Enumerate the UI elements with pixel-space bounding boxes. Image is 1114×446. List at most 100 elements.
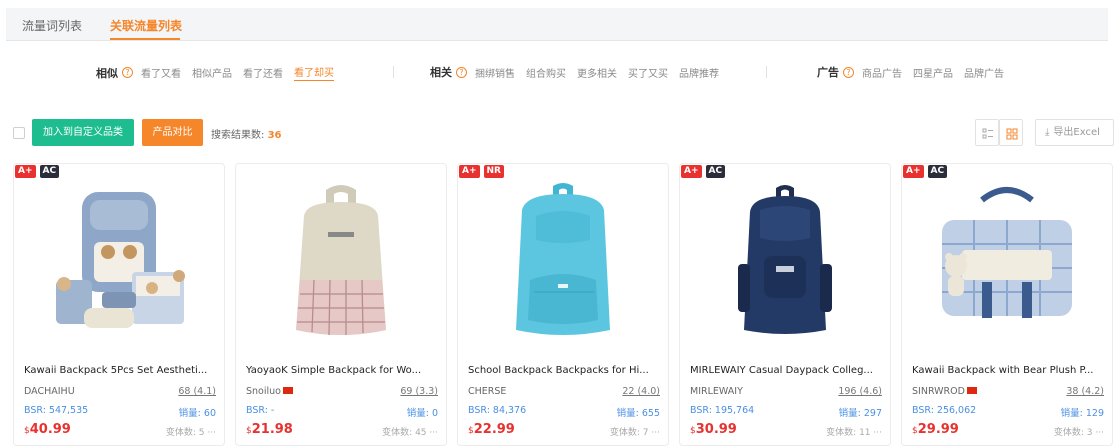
variant-count[interactable]: 变体数: 7 ··· — [610, 425, 660, 438]
badge-aplus: A+ — [15, 165, 36, 178]
brand-label: Snoiluo — [246, 386, 281, 397]
brand-row: CHERSE 22 (4.0) — [468, 386, 660, 400]
brand-name[interactable]: Snoiluo — [246, 386, 293, 397]
product-card[interactable]: YaoyaoK Simple Backpack for Wo... Snoilu… — [235, 163, 447, 446]
sales-value: 60 — [203, 408, 216, 419]
divider — [393, 66, 394, 78]
brand-name[interactable]: MIRLEWAIY — [690, 386, 743, 397]
brand-name[interactable]: SINRWROD — [912, 386, 977, 397]
bsr-row: BSR: 195,764 销量: 297 — [690, 405, 882, 419]
product-image[interactable] — [478, 180, 648, 350]
bsr-row: BSR: - 销量: 0 — [246, 405, 438, 419]
filter-item[interactable]: 买了又买 — [628, 65, 668, 80]
price-value: 30.99 — [695, 422, 737, 437]
product-card[interactable]: A+ AC Kawaii Backpack with Bear Plush P.… — [901, 163, 1113, 446]
brand-row: DACHAIHU 68 (4.1) — [24, 386, 216, 400]
brand-row: MIRLEWAIY 196 (4.6) — [690, 386, 882, 400]
filter-item[interactable]: 相似产品 — [192, 65, 232, 80]
product-title[interactable]: School Backpack Backpacks for Hi... — [468, 365, 663, 376]
filter-group-label: 相似 — [96, 66, 118, 80]
variant-count-label: 变体数: 5 — [165, 428, 205, 438]
review-count[interactable]: 38 (4.2) — [1066, 386, 1104, 397]
variant-count[interactable]: 变体数: 11 ··· — [826, 425, 882, 438]
product-image[interactable] — [922, 180, 1092, 350]
brand-name[interactable]: CHERSE — [468, 386, 506, 397]
more-icon: ··· — [429, 428, 438, 438]
filter-item[interactable]: 四星产品 — [913, 65, 953, 80]
compare-products-button[interactable]: 产品对比 — [142, 119, 203, 146]
sales-label: 销量: — [838, 408, 861, 419]
export-label: 导出Excel — [1053, 127, 1100, 138]
filter-item[interactable]: 看了又看 — [141, 65, 181, 80]
more-icon: ··· — [651, 428, 660, 438]
price-value: 21.98 — [251, 422, 293, 437]
price: $21.98 — [246, 422, 293, 437]
filter-item[interactable]: 捆绑销售 — [475, 65, 515, 80]
china-flag-icon — [282, 387, 293, 394]
variant-count[interactable]: 变体数: 5 ··· — [166, 425, 216, 438]
review-count[interactable]: 69 (3.3) — [400, 386, 438, 397]
grid-view-button[interactable] — [999, 119, 1023, 146]
sales: 销量: 129 — [1061, 405, 1104, 419]
product-title[interactable]: Kawaii Backpack 5Pcs Set Aestheti... — [24, 365, 219, 376]
review-count[interactable]: 68 (4.1) — [178, 386, 216, 397]
badge-nr: NR — [483, 165, 504, 178]
badge-aplus: A+ — [903, 165, 924, 178]
help-icon[interactable]: ? — [122, 67, 133, 78]
filter-item[interactable]: 看了还看 — [243, 65, 283, 80]
price: $40.99 — [24, 422, 71, 437]
product-image[interactable] — [700, 180, 870, 350]
help-icon[interactable]: ? — [843, 66, 854, 78]
filter-item[interactable]: 商品广告 — [862, 65, 902, 80]
product-card[interactable]: A+ AC Kawaii Backpack 5Pcs Set Aestheti.… — [13, 163, 225, 446]
product-image[interactable] — [34, 180, 204, 350]
price-row: $21.98 变体数: 45 ··· — [246, 422, 438, 439]
help-icon[interactable]: ? — [456, 66, 467, 78]
toolbar: 加入到自定义品类 产品对比 搜索结果数: 36 ⤓ 导出Excel — [0, 118, 1114, 148]
badge-group: A+ AC — [903, 165, 948, 178]
variant-count[interactable]: 变体数: 45 ··· — [382, 425, 438, 438]
tab-related-traffic[interactable]: 关联流量列表 — [110, 17, 182, 34]
sales: 销量: 655 — [617, 405, 660, 419]
filter-item[interactable]: 品牌推荐 — [679, 65, 719, 80]
sales: 销量: 297 — [839, 405, 882, 419]
product-card[interactable]: A+ AC MIRLEWAIY Casual Daypack Colleg...… — [679, 163, 891, 446]
product-card[interactable]: A+ NR School Backpack Backpacks for Hi..… — [457, 163, 669, 446]
filter-group-label: 广告 — [817, 66, 839, 79]
bsr-value: BSR: 256,062 — [912, 405, 977, 416]
sales-value: 129 — [1085, 408, 1104, 419]
filter-item[interactable]: 更多相关 — [577, 65, 617, 80]
price: $30.99 — [690, 422, 737, 437]
review-count[interactable]: 22 (4.0) — [622, 386, 660, 397]
sales: 销量: 60 — [179, 405, 216, 419]
add-to-category-button[interactable]: 加入到自定义品类 — [32, 119, 134, 146]
select-all-checkbox[interactable] — [13, 127, 25, 139]
variant-count[interactable]: 变体数: 3 ··· — [1054, 425, 1104, 438]
filter-group-ads: 广告 ? 商品广告 四星产品 品牌广告 — [817, 64, 1015, 80]
brand-row: SINRWROD 38 (4.2) — [912, 386, 1104, 400]
divider — [766, 66, 767, 78]
filter-item[interactable]: 组合购买 — [526, 65, 566, 80]
more-icon: ··· — [207, 428, 216, 438]
filter-item-active[interactable]: 看了却买 — [294, 64, 334, 81]
sales-label: 销量: — [178, 408, 201, 419]
tab-traffic-keywords[interactable]: 流量词列表 — [22, 17, 82, 34]
product-title[interactable]: Kawaii Backpack with Bear Plush P... — [912, 365, 1107, 376]
variant-count-label: 变体数: 45 — [382, 428, 427, 438]
bsr-value: BSR: 547,535 — [24, 405, 89, 416]
product-image[interactable] — [256, 180, 426, 350]
product-title[interactable]: YaoyaoK Simple Backpack for Wo... — [246, 365, 441, 376]
list-view-button[interactable] — [975, 119, 999, 146]
variant-count-label: 变体数: 7 — [609, 428, 649, 438]
product-title[interactable]: MIRLEWAIY Casual Daypack Colleg... — [690, 365, 885, 376]
brand-row: Snoiluo 69 (3.3) — [246, 386, 438, 400]
filter-row: 相似 ? 看了又看 相似产品 看了还看 看了却买 相关 ? 捆绑销售 组合购买 … — [0, 64, 1114, 82]
review-count[interactable]: 196 (4.6) — [838, 386, 882, 397]
export-excel-button[interactable]: ⤓ 导出Excel — [1035, 119, 1114, 146]
sales-label: 销量: — [1060, 408, 1083, 419]
bsr-row: BSR: 547,535 销量: 60 — [24, 405, 216, 419]
badge-group: A+ AC — [15, 165, 60, 178]
filter-item[interactable]: 品牌广告 — [964, 65, 1004, 80]
brand-name[interactable]: DACHAIHU — [24, 386, 75, 397]
sales-value: 0 — [431, 408, 438, 419]
